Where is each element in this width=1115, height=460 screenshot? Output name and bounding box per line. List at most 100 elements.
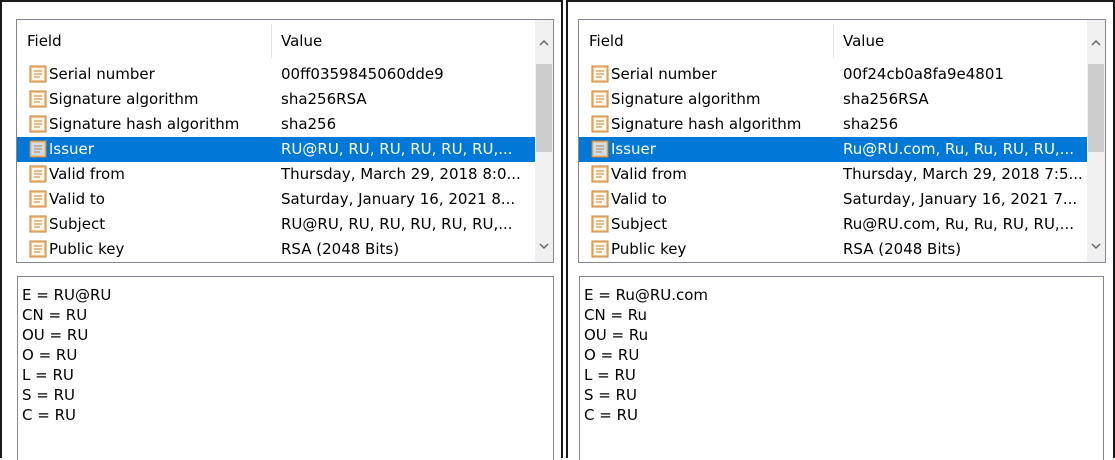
detail-line: C = RU bbox=[22, 406, 76, 424]
field-name: Signature algorithm bbox=[49, 90, 199, 108]
certificate-field-icon bbox=[29, 90, 47, 108]
list-header: Field Value bbox=[17, 20, 535, 62]
scrollbar-thumb[interactable] bbox=[536, 64, 552, 152]
list-header: Field Value bbox=[579, 20, 1087, 62]
field-value: sha256RSA bbox=[843, 90, 929, 108]
certificate-field-icon bbox=[591, 115, 609, 133]
detail-line: L = RU bbox=[22, 366, 74, 384]
list-item[interactable]: Subject Ru@RU.com, Ru, Ru, RU, RU,... bbox=[579, 212, 1087, 237]
certificate-field-icon bbox=[591, 140, 609, 158]
field-value: Saturday, January 16, 2021 8... bbox=[281, 190, 516, 208]
certificate-field-icon bbox=[29, 65, 47, 83]
field-list[interactable]: Field Value Serial number 00f24cb0a8fa9e4… bbox=[578, 19, 1106, 263]
list-item[interactable]: Valid from Thursday, March 29, 2018 8:0..… bbox=[17, 162, 535, 187]
field-value: sha256RSA bbox=[281, 90, 367, 108]
field-value: 00ff0359845060dde9 bbox=[281, 65, 444, 83]
field-value: 00f24cb0a8fa9e4801 bbox=[843, 65, 1004, 83]
certificate-field-icon bbox=[591, 190, 609, 208]
list-item[interactable]: Valid from Thursday, March 29, 2018 7:5..… bbox=[579, 162, 1087, 187]
list-item-selected[interactable]: Issuer Ru@RU.com, Ru, Ru, RU, RU,... bbox=[579, 137, 1087, 162]
field-name: Issuer bbox=[49, 140, 94, 158]
field-name: Serial number bbox=[611, 65, 717, 83]
detail-line: E = RU@RU bbox=[22, 286, 112, 304]
certificate-field-icon bbox=[591, 65, 609, 83]
field-name: Valid from bbox=[611, 165, 687, 183]
column-separator[interactable] bbox=[271, 24, 272, 58]
detail-line: E = Ru@RU.com bbox=[584, 286, 709, 304]
list-item[interactable]: Signature algorithm sha256RSA bbox=[17, 87, 535, 112]
field-value: Thursday, March 29, 2018 7:5... bbox=[843, 165, 1083, 183]
list-item[interactable]: Signature hash algorithm sha256 bbox=[17, 112, 535, 137]
field-name: Valid to bbox=[49, 190, 105, 208]
detail-line: OU = Ru bbox=[584, 326, 649, 344]
certificate-field-icon bbox=[29, 190, 47, 208]
field-value: RSA (2048 Bits) bbox=[843, 240, 962, 258]
list-item[interactable]: Subject RU@RU, RU, RU, RU, RU, RU,... bbox=[17, 212, 535, 237]
list-item[interactable]: Signature hash algorithm sha256 bbox=[579, 112, 1087, 137]
detail-line: S = RU bbox=[584, 386, 638, 404]
chevron-up-icon[interactable] bbox=[1087, 32, 1105, 52]
list-item[interactable]: Public key RSA (2048 Bits) bbox=[579, 237, 1087, 262]
list-rows: Serial number 00ff0359845060dde9 Signatur… bbox=[17, 62, 535, 262]
field-name: Valid from bbox=[49, 165, 125, 183]
column-header-value[interactable]: Value bbox=[281, 32, 322, 50]
certificate-field-icon bbox=[29, 215, 47, 233]
detail-line: L = RU bbox=[584, 366, 636, 384]
list-item[interactable]: Serial number 00f24cb0a8fa9e4801 bbox=[579, 62, 1087, 87]
vertical-scrollbar[interactable] bbox=[1087, 20, 1105, 262]
certificate-field-icon bbox=[29, 165, 47, 183]
field-name: Public key bbox=[49, 240, 125, 258]
certificate-field-icon bbox=[591, 90, 609, 108]
certificate-details-panel-left: Field Value Serial number 00ff0359845060d… bbox=[0, 0, 563, 460]
column-header-field[interactable]: Field bbox=[27, 32, 62, 50]
field-name: Public key bbox=[611, 240, 687, 258]
list-item-selected[interactable]: Issuer RU@RU, RU, RU, RU, RU, RU,... bbox=[17, 137, 535, 162]
chevron-up-icon[interactable] bbox=[535, 32, 553, 52]
certificate-field-icon bbox=[29, 240, 47, 258]
field-value: sha256 bbox=[843, 115, 899, 133]
chevron-down-icon[interactable] bbox=[1087, 236, 1105, 256]
vertical-scrollbar[interactable] bbox=[535, 20, 553, 262]
field-value: RSA (2048 Bits) bbox=[281, 240, 400, 258]
list-item[interactable]: Public key RSA (2048 Bits) bbox=[17, 237, 535, 262]
field-value: Ru@RU.com, Ru, Ru, RU, RU,... bbox=[843, 215, 1074, 233]
field-name: Issuer bbox=[611, 140, 656, 158]
list-item[interactable]: Signature algorithm sha256RSA bbox=[579, 87, 1087, 112]
detail-line: C = RU bbox=[584, 406, 638, 424]
field-value: RU@RU, RU, RU, RU, RU, RU,... bbox=[281, 215, 513, 233]
detail-line: CN = Ru bbox=[584, 306, 648, 324]
detail-line: O = RU bbox=[584, 346, 640, 364]
field-name: Signature algorithm bbox=[611, 90, 761, 108]
scrollbar-thumb[interactable] bbox=[1088, 64, 1104, 152]
field-name: Serial number bbox=[49, 65, 155, 83]
list-item[interactable]: Valid to Saturday, January 16, 2021 8... bbox=[17, 187, 535, 212]
field-value: Saturday, January 16, 2021 7... bbox=[843, 190, 1078, 208]
certificate-field-icon bbox=[591, 165, 609, 183]
detail-line: S = RU bbox=[22, 386, 76, 404]
column-header-value[interactable]: Value bbox=[843, 32, 884, 50]
certificate-field-icon bbox=[29, 140, 47, 158]
list-rows: Serial number 00f24cb0a8fa9e4801 Signatur… bbox=[579, 62, 1087, 262]
list-item[interactable]: Serial number 00ff0359845060dde9 bbox=[17, 62, 535, 87]
field-name: Subject bbox=[49, 215, 106, 233]
detail-line: OU = RU bbox=[22, 326, 89, 344]
detail-line: O = RU bbox=[22, 346, 78, 364]
chevron-down-icon[interactable] bbox=[535, 236, 553, 256]
list-item[interactable]: Valid to Saturday, January 16, 2021 7... bbox=[579, 187, 1087, 212]
field-detail-box[interactable]: E = RU@RU CN = RU OU = RU O = RU L = RU … bbox=[17, 276, 554, 460]
field-name: Valid to bbox=[611, 190, 667, 208]
column-separator[interactable] bbox=[833, 24, 834, 58]
field-name: Signature hash algorithm bbox=[49, 115, 240, 133]
field-value: Ru@RU.com, Ru, Ru, RU, RU,... bbox=[843, 140, 1074, 158]
certificate-field-icon bbox=[591, 240, 609, 258]
field-value: sha256 bbox=[281, 115, 337, 133]
certificate-field-icon bbox=[29, 115, 47, 133]
field-value: Thursday, March 29, 2018 8:0... bbox=[281, 165, 521, 183]
field-name: Signature hash algorithm bbox=[611, 115, 802, 133]
field-list[interactable]: Field Value Serial number 00ff0359845060d… bbox=[16, 19, 554, 263]
field-name: Subject bbox=[611, 215, 668, 233]
column-header-field[interactable]: Field bbox=[589, 32, 624, 50]
field-detail-box[interactable]: E = Ru@RU.com CN = Ru OU = Ru O = RU L =… bbox=[579, 276, 1104, 460]
detail-line: CN = RU bbox=[22, 306, 88, 324]
certificate-field-icon bbox=[591, 215, 609, 233]
